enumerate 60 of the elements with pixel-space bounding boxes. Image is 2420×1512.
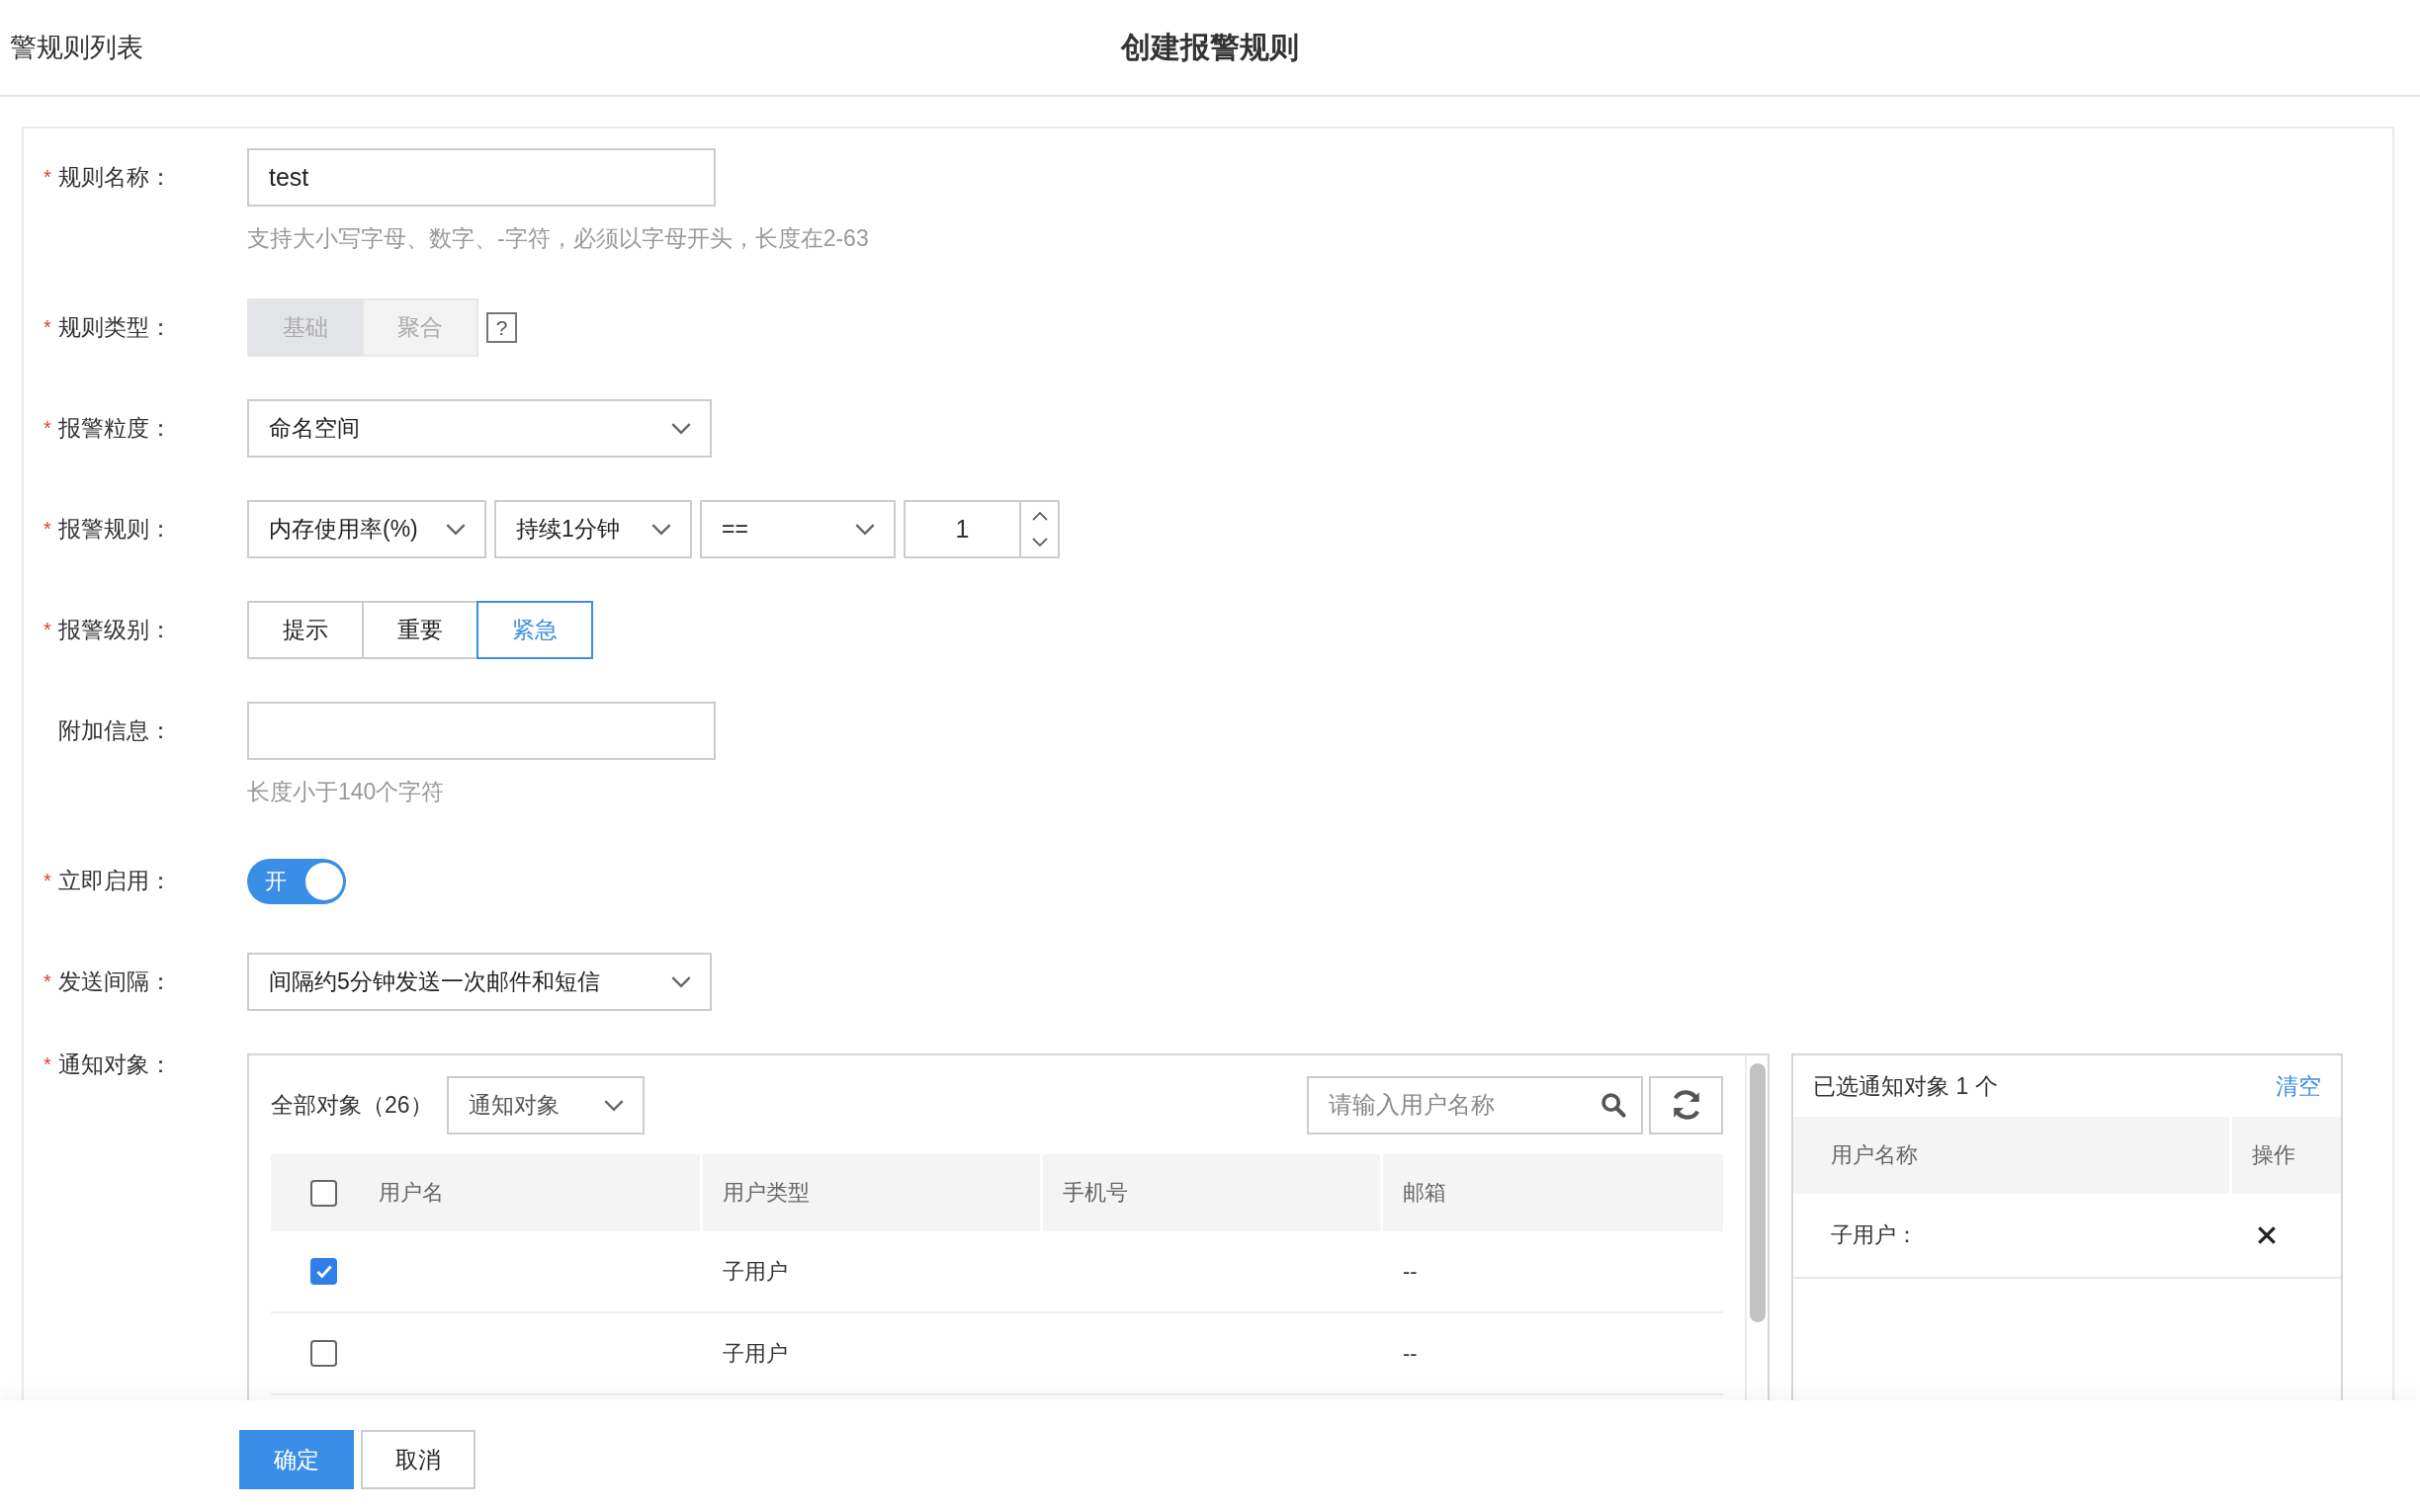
field-label: 报警规则： xyxy=(58,515,172,544)
field-label: 报警级别： xyxy=(58,616,172,644)
hint-text: 支持大小写字母、数字、-字符，必须以字母开头，长度在2-63 xyxy=(247,224,869,253)
field-label: 规则类型： xyxy=(58,313,172,342)
checkbox[interactable] xyxy=(310,1179,337,1207)
refresh-button[interactable] xyxy=(1649,1075,1723,1134)
dropdown[interactable]: 间隔约5分钟发送一次邮件和短信 xyxy=(247,953,712,1011)
field-label: 报警粒度： xyxy=(58,414,172,443)
chevron-down-icon xyxy=(602,1098,625,1112)
segment-option[interactable]: 提示 xyxy=(247,601,364,659)
table-cell: -- xyxy=(1403,1258,1418,1285)
page-title: 创建报警规则 xyxy=(1121,29,1299,65)
required-mark: * xyxy=(43,970,52,993)
text-field[interactable] xyxy=(247,702,716,760)
table-cell: -- xyxy=(1403,1340,1418,1367)
required-mark: * xyxy=(43,518,52,541)
required-mark: * xyxy=(43,619,52,641)
dropdown[interactable]: == xyxy=(700,500,896,558)
dropdown[interactable]: 内存使用率(%) xyxy=(247,500,486,558)
field-label: 通知对象： xyxy=(58,1050,172,1079)
column-header: 用户名 xyxy=(379,1179,444,1207)
table-cell-text: 子用户 xyxy=(723,1339,788,1368)
close-icon[interactable] xyxy=(2256,1224,2278,1246)
checkbox[interactable] xyxy=(310,1340,337,1367)
field-label: 规则名称： xyxy=(58,163,172,192)
hint-text: 长度小于140个字符 xyxy=(247,778,446,806)
scrollbar[interactable] xyxy=(1749,1063,1766,1322)
required-mark: * xyxy=(43,1052,52,1076)
dropdown[interactable]: 通知对象 xyxy=(446,1075,645,1134)
required-mark: * xyxy=(43,870,52,892)
chevron-down-icon xyxy=(670,422,692,435)
table-cell-text: 子用户 xyxy=(723,1257,788,1286)
chevron-down-icon xyxy=(650,523,672,536)
column-header: 操作 xyxy=(2252,1141,2295,1169)
object-count: 全部对象（26） xyxy=(271,1090,433,1120)
text-field[interactable]: test xyxy=(247,148,716,207)
cancel-button[interactable]: 取消 xyxy=(361,1430,475,1489)
required-mark: * xyxy=(43,417,52,440)
chevron-down-icon xyxy=(670,975,692,988)
chevron-down-icon xyxy=(445,523,467,536)
required-mark: * xyxy=(43,166,52,189)
column-header: 用户名称 xyxy=(1831,1141,1918,1169)
column-header: 用户类型 xyxy=(723,1179,810,1207)
field-label: 附加信息： xyxy=(58,716,172,745)
column-header: 手机号 xyxy=(1063,1179,1128,1207)
chevron-down-icon xyxy=(854,523,876,536)
column-header: 邮箱 xyxy=(1403,1179,1446,1207)
required-mark: * xyxy=(43,316,52,339)
table-cell-text: 子用户： xyxy=(1831,1221,1918,1249)
dropdown[interactable]: 命名空间 xyxy=(247,399,712,458)
field-label: 立即启用： xyxy=(58,867,172,895)
search-field[interactable]: 请输入用户名称 xyxy=(1307,1075,1643,1134)
dropdown[interactable]: 持续1分钟 xyxy=(494,500,692,558)
field-label: 发送间隔： xyxy=(58,967,172,996)
segment-option[interactable]: 重要 xyxy=(362,601,478,659)
back-link[interactable]: 警规则列表 xyxy=(10,30,143,65)
segment-option[interactable]: 紧急 xyxy=(476,601,593,659)
checkbox[interactable] xyxy=(310,1258,337,1285)
selected-count: 已选通知对象 1 个 xyxy=(1813,1071,1998,1101)
search-icon[interactable] xyxy=(1599,1090,1627,1119)
